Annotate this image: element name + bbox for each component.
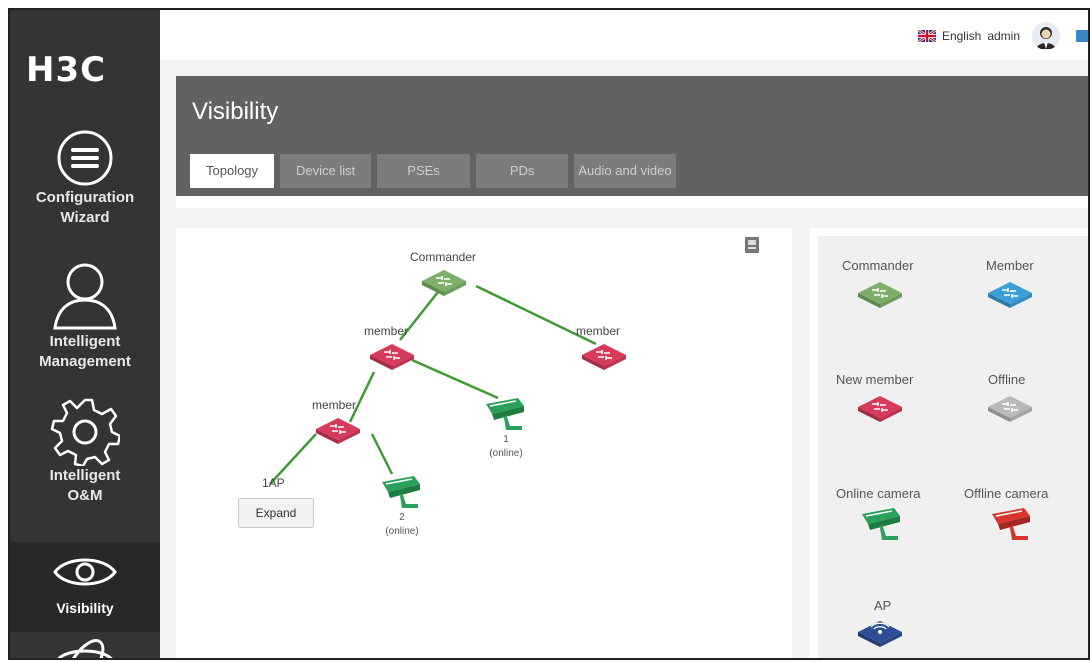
header-band: Visibility Topology Device list PSEs PDs…	[176, 76, 1088, 196]
legend-new-member-icon	[858, 396, 902, 422]
nav-label-configuration-wizard: Configuration Wizard	[35, 189, 135, 226]
camera1-id: 1	[503, 434, 509, 445]
nav-visibility[interactable]: Visibility	[10, 542, 160, 632]
top-bar: English admin	[160, 10, 1088, 60]
link-member-left-camera1	[411, 358, 499, 400]
nav-more[interactable]	[10, 635, 160, 658]
legend-label-new-member: New member	[836, 372, 914, 387]
nav-intelligent-management[interactable]: Intelligent Management	[10, 260, 160, 372]
nav-label-visibility: Visibility	[56, 600, 114, 616]
header-panel: Visibility Topology Device list PSEs PDs…	[176, 76, 1088, 208]
sidebar: H3C Configuration Wizard Intelligent Man…	[10, 10, 160, 658]
legend-online-camera-icon	[862, 508, 900, 540]
node-label-ap: 1AP	[262, 476, 285, 490]
legend-label-ap: AP	[874, 598, 892, 613]
language-selector[interactable]: English	[942, 29, 981, 43]
tab-pds[interactable]: PDs	[475, 154, 569, 188]
nav-label-intelligent-management: Intelligent Management	[39, 333, 131, 370]
nav-intelligent-om[interactable]: Intelligent O&M	[10, 396, 160, 506]
nav-configuration-wizard[interactable]: Configuration Wizard	[10, 128, 160, 228]
h3c-logo: H3C	[26, 50, 107, 90]
gear-icon	[50, 398, 120, 466]
app-window: H3C Configuration Wizard Intelligent Man…	[8, 8, 1090, 660]
page-title: Visibility	[192, 98, 279, 125]
top-right-controls: English admin	[917, 22, 1088, 50]
switch-icon-member-right[interactable]	[580, 342, 628, 372]
link-member-lower-camera2	[370, 433, 394, 475]
node-label-member-left: member	[364, 324, 409, 338]
camera-icon-2[interactable]	[376, 474, 424, 510]
legend-ap-icon	[858, 621, 902, 647]
node-label-commander: Commander	[410, 250, 477, 264]
node-label-member-lower: member	[312, 398, 357, 412]
atom-icon	[57, 639, 113, 658]
user-icon	[53, 263, 117, 330]
topology-links	[269, 284, 597, 485]
legend-label-commander: Commander	[842, 258, 914, 273]
camera2-status: (online)	[385, 526, 419, 537]
switch-icon-commander[interactable]	[420, 268, 468, 298]
legend-label-offline-camera: Offline camera	[964, 486, 1049, 501]
avatar[interactable]	[1032, 22, 1060, 50]
tab-topology[interactable]: Topology	[190, 154, 275, 188]
uk-flag-icon[interactable]	[917, 30, 936, 42]
legend-member-icon	[988, 282, 1032, 308]
camera-icon-1[interactable]	[480, 396, 528, 432]
eye-icon	[53, 558, 117, 586]
camera1-status: (online)	[489, 448, 523, 459]
legend-offline-camera-icon	[992, 508, 1030, 540]
link-member-left-member-lower	[348, 371, 376, 423]
camera2-id: 2	[399, 512, 405, 523]
node-label-member-right: member	[576, 324, 621, 338]
legend-panel: Commander Member New member Offline Onli…	[810, 228, 1088, 658]
legend-inner: Commander Member New member Offline Onli…	[818, 236, 1088, 658]
tab-pses[interactable]: PSEs	[377, 154, 470, 188]
tab-bar: Topology Device list PSEs PDs Audio and …	[190, 154, 676, 188]
nav-label-intelligent-om: Intelligent O&M	[49, 467, 121, 504]
expand-button[interactable]: Expand	[238, 498, 314, 528]
username[interactable]: admin	[987, 29, 1020, 43]
legend-commander-icon	[858, 282, 902, 308]
legend-label-offline: Offline	[988, 372, 1026, 387]
switch-icon-member-left[interactable]	[368, 342, 416, 372]
menu-circle-icon	[57, 130, 113, 186]
tab-device-list[interactable]: Device list	[280, 154, 372, 188]
export-icon[interactable]	[744, 236, 760, 254]
legend-offline-icon	[988, 396, 1032, 422]
legend-label-online-camera: Online camera	[836, 486, 921, 501]
topology-canvas: Commander member member member 1 (online…	[176, 228, 792, 658]
notification-icon[interactable]	[1076, 30, 1088, 42]
switch-icon-member-lower[interactable]	[314, 416, 362, 446]
legend-label-member: Member	[986, 258, 1034, 273]
tab-audio-video[interactable]: Audio and video	[574, 154, 676, 188]
